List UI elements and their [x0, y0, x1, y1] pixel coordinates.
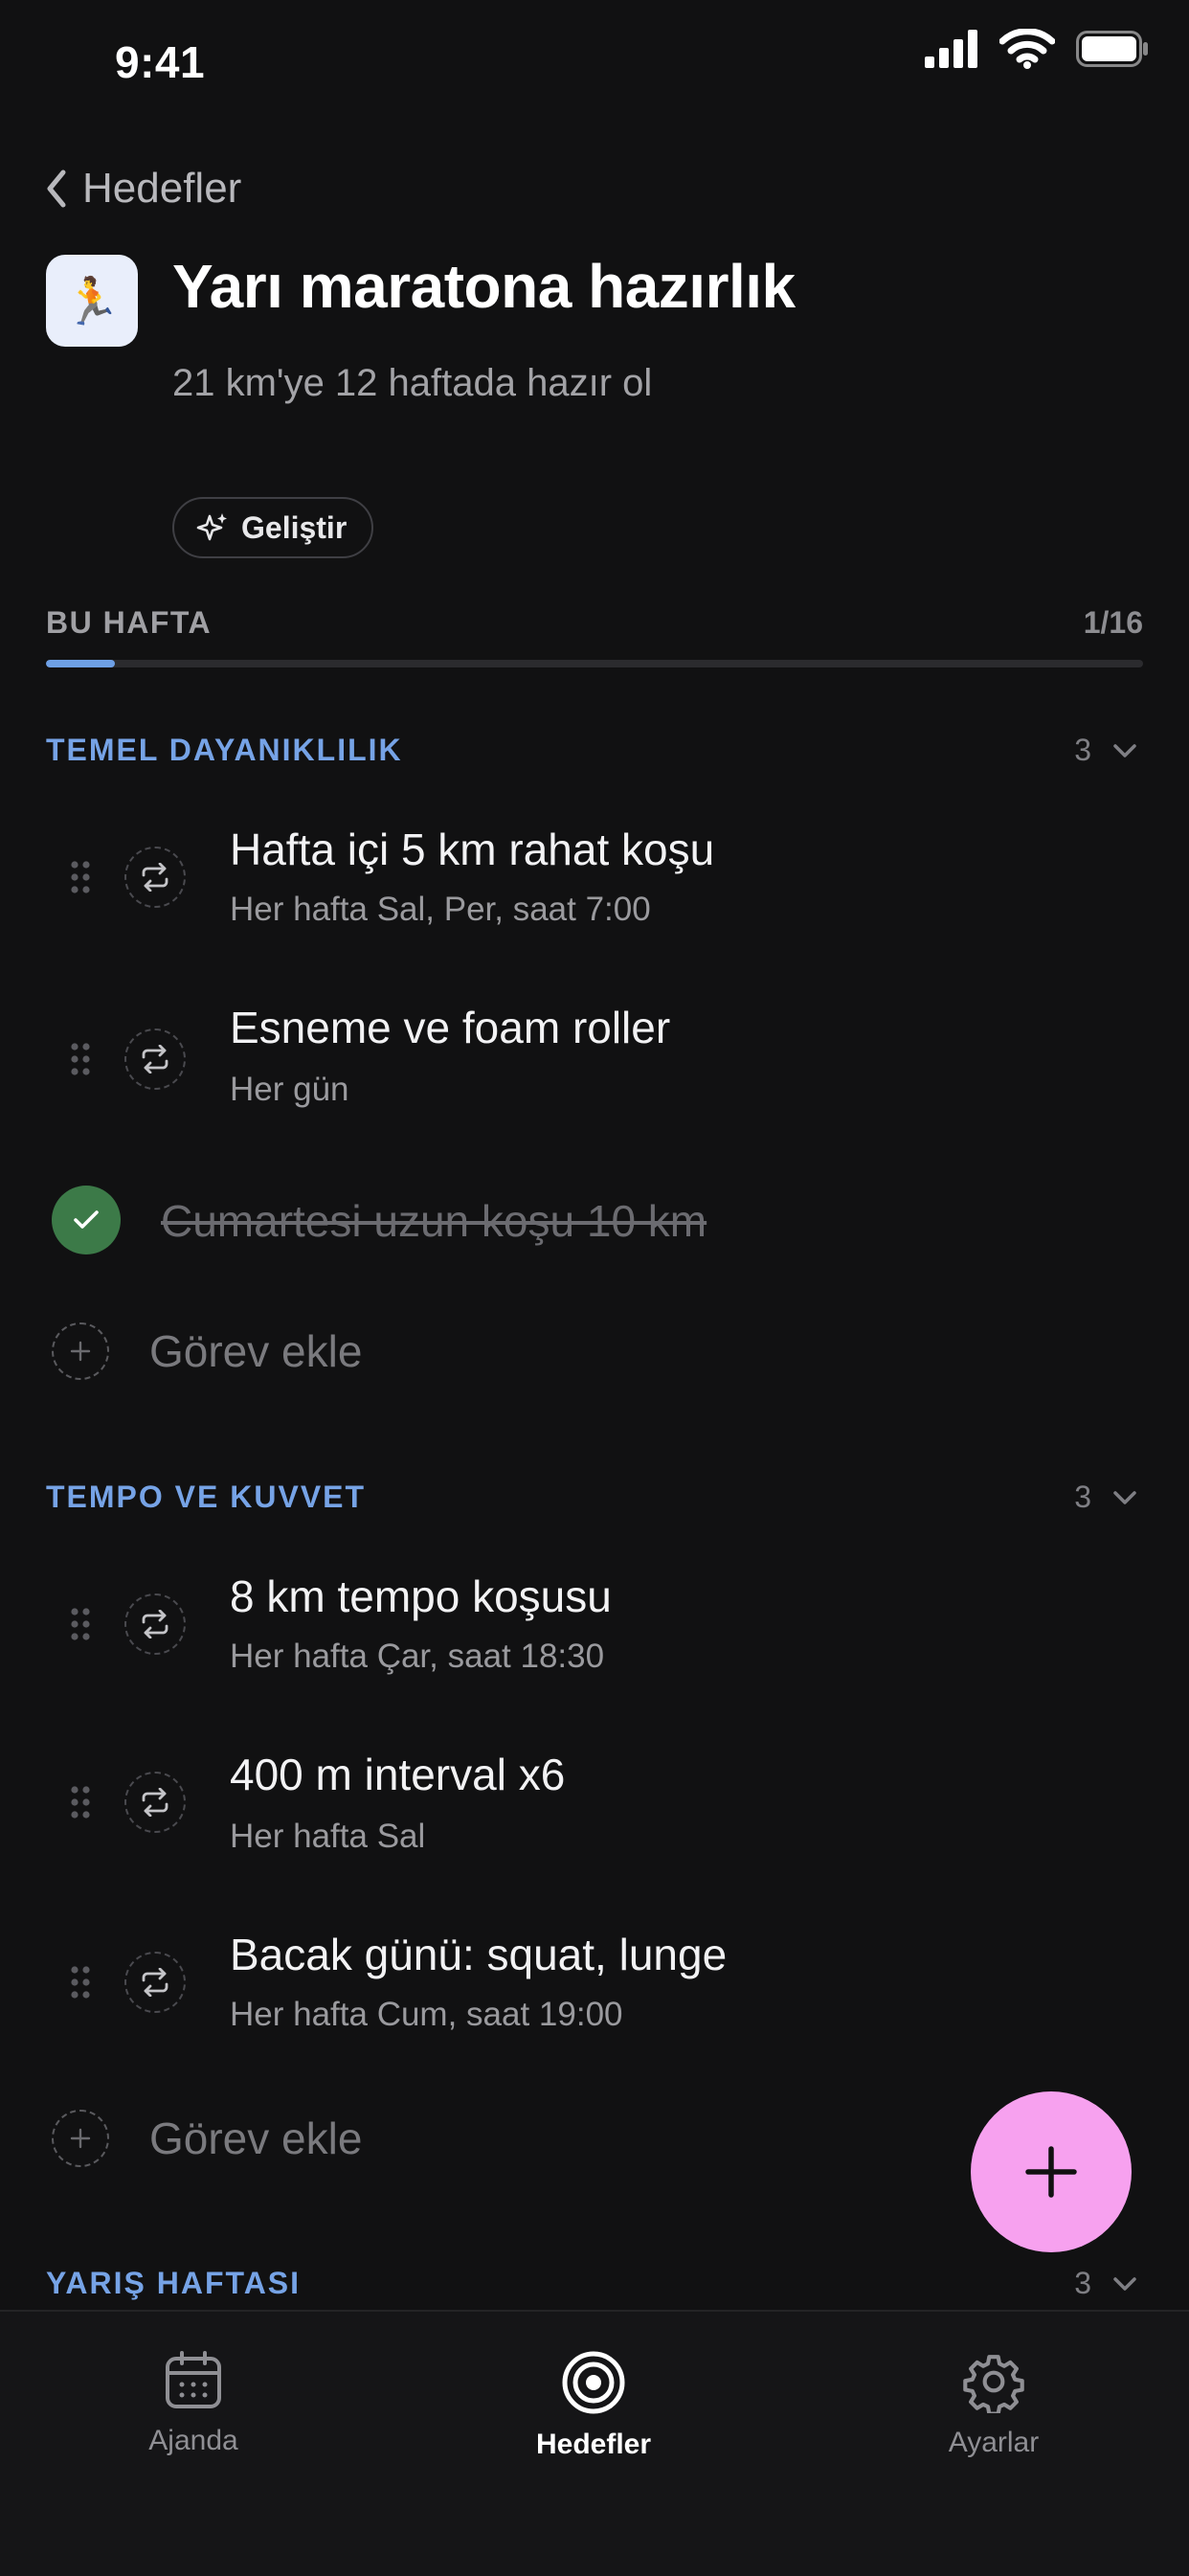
section-count: 3	[1074, 2266, 1091, 2300]
section-title-temel[interactable]: TEMEL DAYANIKLILIK	[46, 733, 403, 768]
wifi-icon	[999, 29, 1055, 69]
week-progress-fill	[46, 660, 115, 667]
add-task-label[interactable]: Görev ekle	[149, 1325, 362, 1377]
target-icon	[562, 2351, 625, 2414]
back-label: Hedefler	[82, 165, 242, 212]
add-task-button[interactable]	[52, 1322, 109, 1380]
task-schedule: Her hafta Çar, saat 18:30	[230, 1638, 605, 1675]
task-checkbox[interactable]	[124, 1593, 186, 1655]
add-task-label[interactable]: Görev ekle	[149, 2113, 362, 2164]
task-schedule: Her hafta Sal, Per, saat 7:00	[230, 891, 651, 928]
task-checkbox[interactable]	[124, 1028, 186, 1090]
drag-handle-icon[interactable]	[71, 1607, 90, 1641]
section-count: 3	[1074, 1480, 1091, 1514]
sparkle-icon	[196, 513, 227, 541]
tab-label: Ajanda	[148, 2425, 238, 2456]
drag-handle-icon[interactable]	[71, 860, 90, 894]
week-progress-bar	[46, 660, 1143, 667]
section-count: 3	[1074, 733, 1091, 767]
drag-handle-icon[interactable]	[71, 1042, 90, 1076]
task-checkbox[interactable]	[124, 1772, 186, 1833]
repeat-icon	[142, 863, 168, 892]
task-title[interactable]: Hafta içi 5 km rahat koşu	[230, 824, 714, 875]
tab-label: Hedefler	[535, 2429, 652, 2460]
task-schedule: Her hafta Sal	[230, 1818, 426, 1855]
tab-label: Ayarlar	[948, 2427, 1040, 2458]
add-fab-button[interactable]	[971, 2091, 1132, 2252]
chevron-down-icon	[1113, 2276, 1136, 2291]
section-toggle-tempo[interactable]: 3	[1074, 1480, 1137, 1515]
chevron-left-icon	[47, 169, 66, 208]
section-toggle-yaris[interactable]: 3	[1074, 2266, 1137, 2301]
add-task-button[interactable]	[52, 2110, 109, 2167]
improve-button[interactable]: Geliştir	[172, 497, 374, 558]
tab-ayarlar[interactable]: Ayarlar	[879, 2350, 1109, 2459]
cellular-signal-icon	[925, 30, 977, 68]
section-title-tempo[interactable]: TEMPO VE KUVVET	[46, 1480, 366, 1515]
repeat-icon	[142, 1610, 168, 1638]
section-title-yaris[interactable]: YARIŞ HAFTASI	[46, 2266, 301, 2301]
repeat-icon	[142, 1968, 168, 1997]
status-time: 9:41	[115, 37, 206, 87]
week-label: BU HAFTA	[46, 605, 213, 640]
page-subtitle: 21 km'ye 12 haftada hazır ol	[172, 362, 653, 404]
chevron-down-icon	[1113, 1490, 1136, 1504]
calendar-icon	[166, 2351, 221, 2408]
task-checkbox[interactable]	[124, 847, 186, 908]
plus-icon	[70, 1341, 91, 1362]
back-button[interactable]: Hedefler	[44, 165, 241, 213]
task-schedule: Her hafta Cum, saat 19:00	[230, 1996, 623, 2033]
task-title[interactable]: 400 m interval x6	[230, 1749, 565, 1800]
tab-ajanda[interactable]: Ajanda	[79, 2350, 308, 2457]
task-title[interactable]: 8 km tempo koşusu	[230, 1570, 612, 1622]
section-toggle-temel[interactable]: 3	[1074, 733, 1137, 768]
completed-checkbox[interactable]	[52, 1186, 121, 1254]
gear-icon	[963, 2355, 1024, 2413]
status-icons	[925, 29, 1149, 69]
battery-icon	[1076, 31, 1148, 67]
chevron-down-icon	[1113, 743, 1136, 757]
tab-bar: Ajanda Hedefler Ayarlar	[0, 2310, 1189, 2576]
week-count: 1/16	[1083, 605, 1143, 640]
plus-icon	[1025, 2146, 1077, 2198]
improve-label: Geliştir	[241, 509, 348, 545]
drag-handle-icon[interactable]	[71, 1785, 90, 1819]
completed-task-title[interactable]: Cumartesi uzun koşu 10 km	[161, 1195, 707, 1247]
task-schedule: Her gün	[230, 1071, 349, 1108]
repeat-icon	[142, 1788, 168, 1817]
drag-handle-icon[interactable]	[71, 1965, 90, 2000]
tab-hedefler[interactable]: Hedefler	[479, 2350, 708, 2461]
task-title[interactable]: Esneme ve foam roller	[230, 1002, 670, 1053]
repeat-icon	[142, 1045, 168, 1073]
task-checkbox[interactable]	[124, 1952, 186, 2013]
plus-icon	[70, 2128, 91, 2149]
checkmark-icon	[74, 1210, 99, 1229]
task-title[interactable]: Bacak günü: squat, lunge	[230, 1929, 727, 1980]
page-title: Yarı maratona hazırlık	[172, 252, 796, 321]
goal-emoji-icon[interactable]: 🏃	[46, 255, 138, 347]
